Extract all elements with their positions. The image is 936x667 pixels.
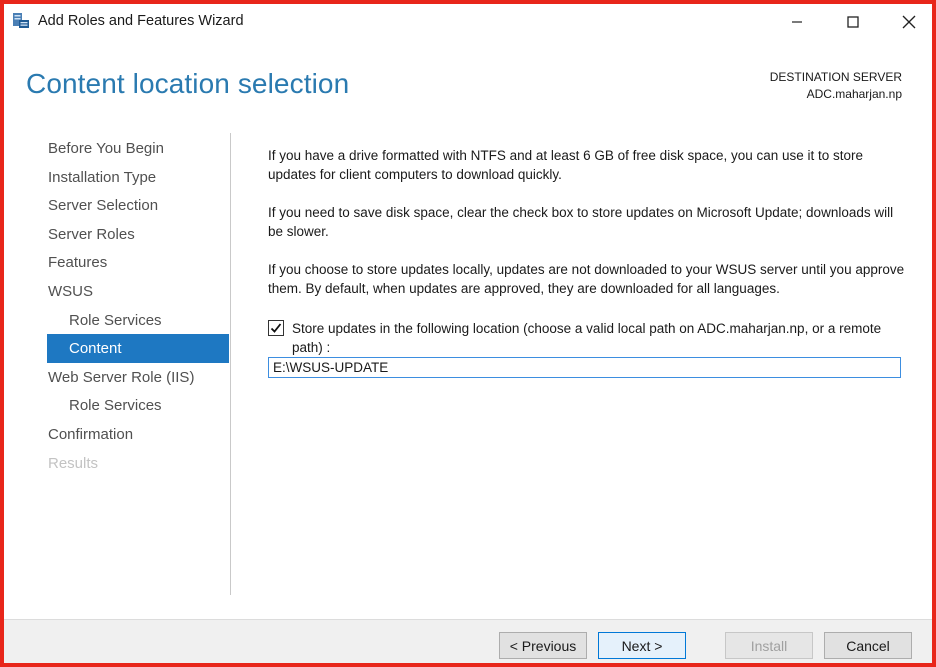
- info-paragraph-ntfs: If you have a drive formatted with NTFS …: [268, 148, 864, 182]
- info-paragraph-store-locally: If you choose to store updates locally, …: [268, 262, 905, 296]
- store-updates-label[interactable]: Store updates in the following location …: [292, 319, 892, 357]
- nav-item-installation-type[interactable]: Installation Type: [47, 163, 229, 192]
- nav-divider: [230, 133, 231, 595]
- maximize-icon: [847, 16, 859, 28]
- content-path-input[interactable]: [268, 357, 901, 378]
- destination-server-name: ADC.maharjan.np: [806, 87, 902, 101]
- previous-button[interactable]: < Previous: [499, 632, 587, 659]
- window-title: Add Roles and Features Wizard: [38, 13, 244, 29]
- nav-item-wsus-role-services[interactable]: Role Services: [47, 306, 229, 335]
- nav-item-features[interactable]: Features: [47, 248, 229, 277]
- maximize-button[interactable]: [830, 4, 876, 40]
- checkmark-icon: [270, 323, 282, 333]
- wizard-footer: < Previous Next > Install Cancel: [4, 619, 932, 663]
- close-button[interactable]: [886, 4, 932, 40]
- destination-label: DESTINATION SERVER: [769, 70, 902, 84]
- title-bar[interactable]: Add Roles and Features Wizard: [4, 4, 932, 40]
- nav-item-server-roles[interactable]: Server Roles: [47, 220, 229, 249]
- close-icon: [902, 15, 916, 29]
- page-title: Content location selection: [26, 68, 350, 99]
- next-button[interactable]: Next >: [598, 632, 686, 659]
- minimize-button[interactable]: [774, 4, 820, 40]
- install-button: Install: [725, 632, 813, 659]
- nav-item-content[interactable]: Content: [47, 334, 229, 363]
- destination-server-info: DESTINATION SERVER ADC.maharjan.np: [770, 69, 902, 103]
- cancel-button[interactable]: Cancel: [824, 632, 912, 659]
- wizard-window: Add Roles and Features Wizard Content lo…: [4, 4, 932, 663]
- store-updates-checkbox[interactable]: [268, 320, 284, 336]
- nav-item-confirmation[interactable]: Confirmation: [47, 420, 229, 449]
- nav-item-wsus[interactable]: WSUS: [47, 277, 229, 306]
- nav-item-web-server-role[interactable]: Web Server Role (IIS): [47, 363, 229, 392]
- nav-item-results: Results: [48, 455, 99, 472]
- server-manager-icon: [12, 12, 30, 30]
- nav-item-server-selection[interactable]: Server Selection: [47, 191, 229, 220]
- nav-item-iis-role-services[interactable]: Role Services: [47, 391, 229, 420]
- minimize-icon: [792, 21, 802, 23]
- nav-item-before-you-begin[interactable]: Before You Begin: [47, 134, 229, 163]
- info-paragraph-disk-space: If you need to save disk space, clear th…: [268, 205, 894, 239]
